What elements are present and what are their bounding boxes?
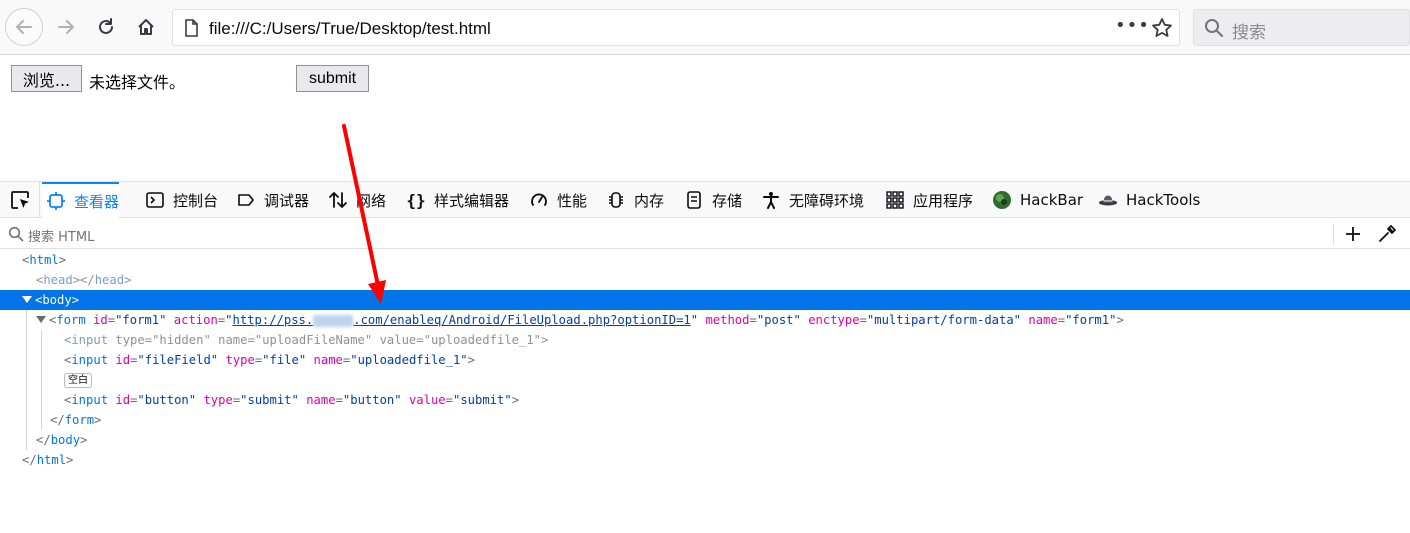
markup-node-html[interactable]: <html> xyxy=(0,250,1410,270)
markup-node-body[interactable]: <body> xyxy=(0,290,1410,310)
submit-button[interactable]: submit xyxy=(296,65,369,92)
browse-button[interactable]: 浏览... xyxy=(11,65,82,92)
eyedropper-icon[interactable] xyxy=(1376,223,1398,245)
storage-icon xyxy=(684,190,704,210)
back-button[interactable] xyxy=(5,8,43,46)
redacted-blur xyxy=(313,314,354,327)
tab-hacktools[interactable]: HackTools xyxy=(1094,182,1200,218)
element-picker-button[interactable] xyxy=(0,182,40,218)
add-node-icon[interactable] xyxy=(1342,223,1364,245)
markup-node-head[interactable]: <head></head> xyxy=(0,270,1410,290)
tab-label: 调试器 xyxy=(264,191,310,210)
markup-node-html-close[interactable]: </html> xyxy=(0,450,1410,470)
browser-toolbar: file:///C:/Users/True/Desktop/test.html … xyxy=(0,0,1410,55)
tab-label: 内存 xyxy=(634,191,665,210)
home-button[interactable] xyxy=(127,8,165,46)
search-bar[interactable]: 搜索 xyxy=(1193,9,1410,46)
tab-style-editor[interactable]: {} 样式编辑器 xyxy=(402,182,509,218)
action-url-link[interactable]: http://pss. .com/enableq/Android/FileUplo… xyxy=(233,313,691,327)
page-actions-menu[interactable]: ••• xyxy=(1115,15,1150,36)
accessibility-icon xyxy=(761,190,781,210)
application-icon xyxy=(885,190,905,210)
tab-accessibility[interactable]: 无障碍环境 xyxy=(757,182,864,218)
file-status-text: 未选择文件。 xyxy=(89,73,186,92)
page-icon xyxy=(185,19,198,37)
tab-label: 应用程序 xyxy=(913,191,974,210)
tab-application[interactable]: 应用程序 xyxy=(881,182,973,218)
tab-label: 网络 xyxy=(356,191,387,210)
tab-storage[interactable]: 存储 xyxy=(680,182,742,218)
memory-icon xyxy=(606,190,626,210)
tab-hackbar[interactable]: HackBar xyxy=(988,182,1083,218)
toolbar-divider xyxy=(1333,223,1334,245)
devtools-panel: 查看器 控制台 调试器 网络 {} 样式编辑器 性能 内存 存储 无障碍环境 应… xyxy=(0,181,1410,533)
markup-node-form-close[interactable]: </form> xyxy=(0,410,1410,430)
forward-button[interactable] xyxy=(47,8,85,46)
home-icon xyxy=(138,19,154,35)
hackbar-icon xyxy=(992,190,1012,210)
markup-node-input-hidden[interactable]: <input type="hidden" name="uploadFileNam… xyxy=(0,330,1410,350)
tab-label: HackTools xyxy=(1126,191,1201,209)
whitespace-badge: 空白 xyxy=(64,373,92,388)
search-icon xyxy=(1205,19,1223,37)
html-search-placeholder: 搜索 HTML xyxy=(28,230,95,245)
tab-memory[interactable]: 内存 xyxy=(602,182,664,218)
markup-node-form[interactable]: <form id="form1" action="http://pss. .com… xyxy=(0,310,1410,330)
search-placeholder: 搜索 xyxy=(1232,23,1266,43)
url-text[interactable]: file:///C:/Users/True/Desktop/test.html xyxy=(209,19,491,39)
element-picker-icon xyxy=(10,191,29,209)
arrow-right-icon xyxy=(58,20,74,34)
html-search-bar[interactable]: 搜索 HTML xyxy=(0,219,1410,249)
page-content: 浏览... 未选择文件。 submit xyxy=(0,56,1410,181)
debugger-icon xyxy=(236,190,256,210)
tab-performance[interactable]: 性能 xyxy=(525,182,587,218)
markup-node-whitespace[interactable]: 空白 xyxy=(0,370,1410,390)
expand-toggle[interactable] xyxy=(22,296,32,303)
tab-label: 无障碍环境 xyxy=(789,191,865,210)
console-icon xyxy=(145,190,165,210)
markup-node-body-close[interactable]: </body> xyxy=(0,430,1410,450)
hacktools-icon xyxy=(1098,190,1118,210)
style-editor-icon: {} xyxy=(406,190,426,210)
reload-button[interactable] xyxy=(87,8,125,46)
inspector-icon xyxy=(46,191,66,211)
markup-node-input-button[interactable]: <input id="button" type="submit" name="b… xyxy=(0,390,1410,410)
arrow-left-icon xyxy=(16,20,32,34)
tab-label: 样式编辑器 xyxy=(434,191,510,210)
performance-icon xyxy=(529,190,549,210)
bookmark-star-icon[interactable] xyxy=(1151,17,1173,39)
devtools-tab-bar: 查看器 控制台 调试器 网络 {} 样式编辑器 性能 内存 存储 无障碍环境 应… xyxy=(0,182,1410,218)
tab-console[interactable]: 控制台 xyxy=(141,182,218,218)
tab-network[interactable]: 网络 xyxy=(324,182,386,218)
tab-label: 控制台 xyxy=(173,191,219,210)
tab-inspector[interactable]: 查看器 xyxy=(42,182,120,218)
reload-icon xyxy=(99,18,113,34)
url-bar[interactable]: file:///C:/Users/True/Desktop/test.html … xyxy=(172,9,1180,46)
tab-label: HackBar xyxy=(1020,191,1084,209)
search-icon xyxy=(8,226,24,242)
tab-label: 性能 xyxy=(557,191,588,210)
network-icon xyxy=(328,190,348,210)
markup-node-input-file[interactable]: <input id="fileField" type="file" name="… xyxy=(0,350,1410,370)
tab-debugger[interactable]: 调试器 xyxy=(232,182,309,218)
expand-toggle[interactable] xyxy=(36,316,46,323)
tab-label: 存储 xyxy=(712,191,743,210)
tab-label: 查看器 xyxy=(74,192,120,211)
